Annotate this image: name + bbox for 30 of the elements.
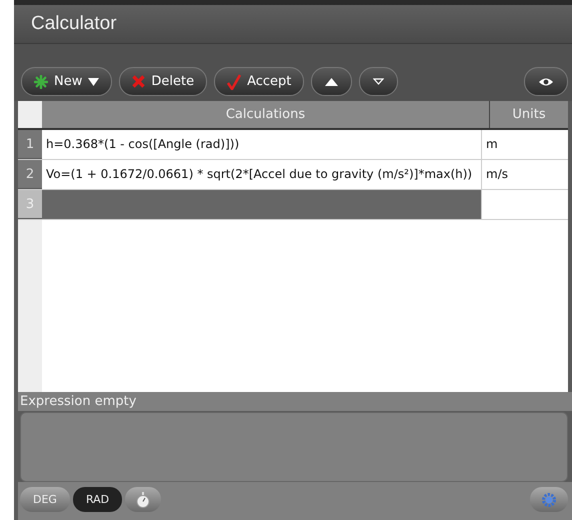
move-up-button[interactable] [311,67,352,96]
table-cell: Vo=(1 + 0.1672/0.0661) * sqrt(2*[Accel due to gravity (m/s²)]*max(h)) [46,167,472,182]
delete-button[interactable]: Delete [119,67,208,96]
stopwatch-button[interactable] [125,487,162,512]
up-triangle-icon [325,78,338,86]
eye-icon [538,76,554,86]
settings-icon [541,492,557,508]
move-down-button[interactable] [359,67,398,96]
expression-field[interactable] [20,412,568,482]
angle-mode-button[interactable]: RAD [72,487,122,512]
caret-icon [88,78,100,86]
column-header[interactable]: Units [489,101,568,128]
cross-icon [132,75,146,88]
checkmark-icon [227,74,242,90]
row-header[interactable]: 1 [18,130,42,159]
column-header[interactable]: Calculations [42,101,489,128]
status-text: Expression empty [18,392,572,411]
window-title: Calculator [31,13,117,35]
asterisk-icon [34,74,48,88]
table-cell: m/s [486,167,508,182]
angle-mode-button[interactable]: DEG [20,487,70,512]
down-triangle-icon [373,78,384,85]
table-cell: m [486,137,498,152]
selected-cell[interactable] [42,190,481,219]
row-header[interactable]: 2 [18,160,42,189]
table-cell: h=0.368*(1 - cos([Angle (rad)])) [46,137,240,152]
view-button[interactable] [524,67,568,96]
stopwatch-icon [136,492,150,508]
accept-button[interactable]: Accept [214,67,304,96]
new-button[interactable]: New [21,67,112,96]
